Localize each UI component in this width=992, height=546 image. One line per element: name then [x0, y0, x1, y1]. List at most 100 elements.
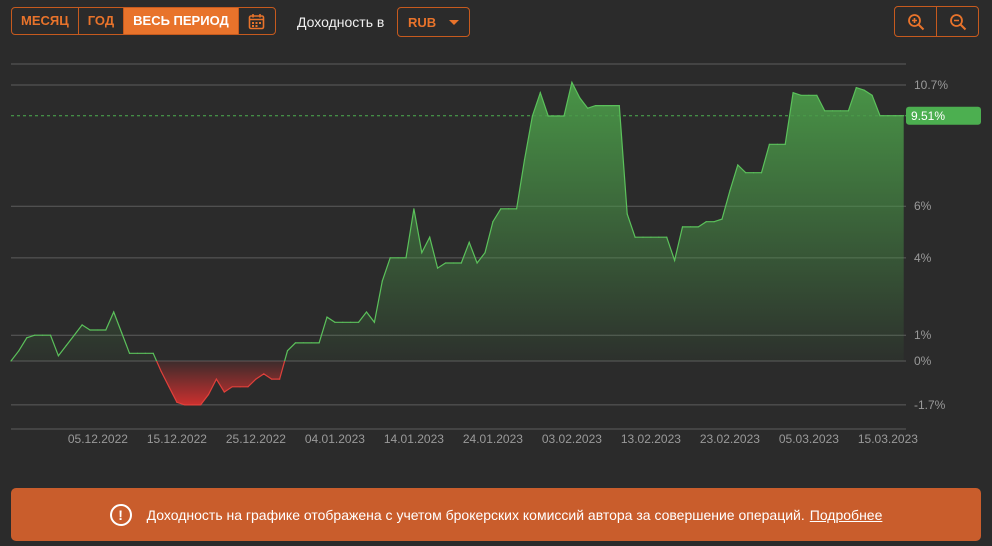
data-point — [57, 355, 60, 357]
data-point — [65, 344, 67, 347]
data-point — [847, 110, 850, 112]
data-point — [73, 334, 75, 336]
data-point — [215, 378, 217, 380]
data-point — [697, 226, 699, 228]
data-point — [816, 94, 818, 96]
data-point — [97, 329, 99, 331]
data-point — [184, 404, 186, 406]
commission-notice-banner: ! Доходность на графике отображена с уче… — [11, 488, 981, 541]
data-point — [18, 350, 20, 352]
data-point — [547, 115, 549, 117]
data-point — [563, 115, 565, 117]
data-point — [413, 208, 415, 210]
data-point — [903, 115, 905, 117]
zoom-out-button[interactable] — [936, 7, 978, 36]
data-point — [658, 236, 660, 238]
data-point — [136, 352, 138, 354]
data-point — [500, 208, 502, 210]
data-point — [326, 316, 328, 318]
data-point — [721, 218, 723, 220]
data-point — [571, 81, 573, 83]
x-tick-label: 04.01.2023 — [305, 432, 365, 446]
data-point — [113, 311, 115, 313]
data-point — [294, 342, 296, 344]
data-point — [745, 172, 747, 174]
data-point — [200, 404, 202, 406]
data-point — [105, 329, 107, 331]
data-point — [863, 89, 865, 91]
chart-toolbar: МЕСЯЦ ГОД ВЕСЬ ПЕРИОД Доходность в RUB — [0, 0, 992, 44]
x-tick-label: 13.02.2023 — [621, 432, 681, 446]
return-chart[interactable]: 05.12.2022 15.12.2022 25.12.2022 04.01.2023… — [0, 44, 992, 454]
data-point — [539, 92, 541, 94]
currency-label: Доходность в — [297, 14, 385, 30]
data-point — [887, 115, 889, 117]
data-point — [895, 115, 897, 117]
data-point — [342, 321, 344, 323]
data-point — [508, 208, 510, 210]
data-point — [279, 378, 281, 380]
data-point — [81, 324, 83, 326]
current-value-label: 9.51% — [911, 109, 945, 123]
period-month-button[interactable]: МЕСЯЦ — [12, 8, 79, 34]
more-link[interactable]: Подробнее — [810, 507, 883, 523]
data-point — [674, 259, 676, 261]
zoom-in-button[interactable] — [895, 7, 936, 36]
data-point — [350, 321, 352, 323]
warning-circle-icon: ! — [109, 503, 132, 526]
data-point — [713, 221, 715, 223]
data-point — [152, 352, 154, 354]
data-point — [389, 257, 391, 259]
data-point — [421, 252, 423, 254]
data-point — [737, 164, 739, 166]
data-point — [776, 143, 778, 145]
x-tick-label: 15.12.2022 — [147, 432, 207, 446]
data-point — [334, 321, 336, 323]
data-point — [626, 213, 628, 215]
data-point — [855, 87, 857, 89]
data-point — [310, 342, 312, 344]
data-point — [879, 115, 881, 117]
data-point — [618, 105, 620, 107]
x-tick-label: 15.03.2023 — [858, 432, 918, 446]
x-tick-label: 05.12.2022 — [68, 432, 128, 446]
data-point — [358, 321, 360, 323]
data-point — [800, 94, 802, 96]
data-point — [160, 370, 162, 372]
y-tick-label: 10.7% — [914, 78, 948, 92]
calendar-button[interactable] — [239, 8, 275, 34]
x-tick-label: 05.03.2023 — [779, 432, 839, 446]
data-point — [121, 332, 123, 334]
x-axis-labels: 05.12.2022 15.12.2022 25.12.2022 04.01.2023… — [68, 432, 918, 446]
banner-text: Доходность на графике отображена с учето… — [146, 506, 805, 523]
x-tick-label: 03.02.2023 — [542, 432, 602, 446]
data-point — [192, 404, 194, 406]
zoom-in-icon — [907, 13, 924, 30]
x-tick-label: 25.12.2022 — [226, 432, 286, 446]
y-tick-label: 1% — [914, 328, 932, 342]
x-tick-label: 24.01.2023 — [463, 432, 523, 446]
data-point — [460, 262, 462, 264]
data-point — [681, 226, 684, 228]
data-point — [516, 208, 518, 210]
data-point — [871, 94, 873, 96]
data-point — [89, 329, 91, 331]
data-point — [476, 262, 478, 264]
current-value-badge: 9.51% — [906, 106, 981, 125]
data-point — [484, 252, 486, 254]
data-point — [223, 391, 225, 393]
data-point — [634, 236, 636, 238]
data-point — [381, 280, 383, 282]
data-point — [705, 221, 707, 223]
period-all-button[interactable]: ВЕСЬ ПЕРИОД — [124, 8, 239, 34]
data-point — [587, 107, 589, 109]
data-point — [760, 172, 763, 174]
data-point — [650, 236, 652, 238]
data-point — [839, 110, 842, 112]
data-point — [784, 143, 786, 145]
data-point — [247, 386, 249, 388]
period-year-button[interactable]: ГОД — [79, 8, 125, 34]
data-point — [128, 352, 131, 354]
currency-select[interactable]: RUB — [397, 7, 470, 37]
zoom-out-icon — [949, 13, 966, 30]
